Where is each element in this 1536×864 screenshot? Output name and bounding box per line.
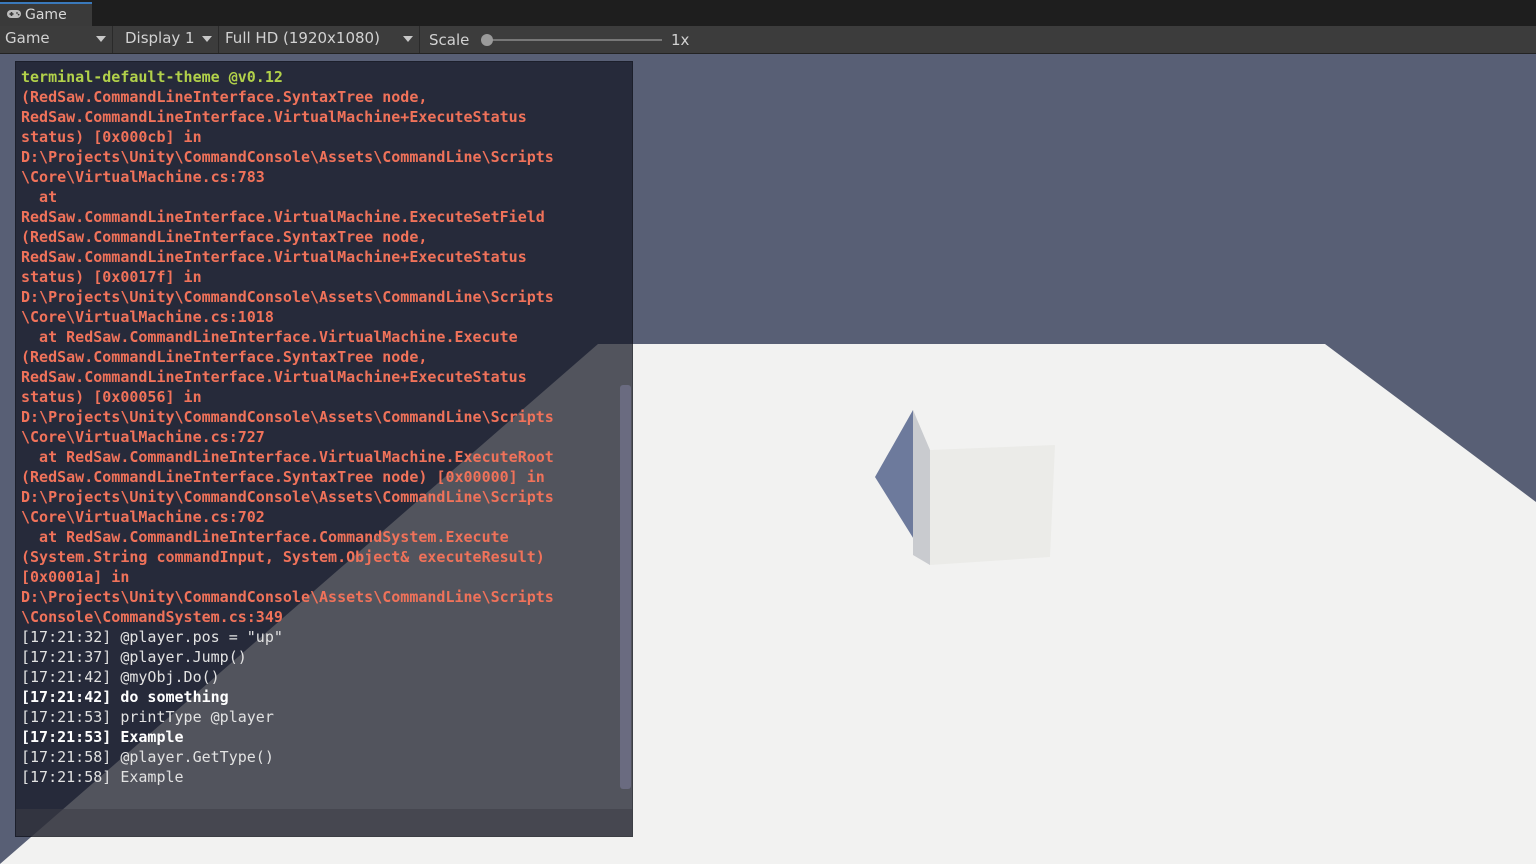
terminal-line: RedSaw.CommandLineInterface.VirtualMachi… (21, 368, 527, 386)
view-select[interactable]: Game (0, 26, 113, 53)
terminal-scrollbar[interactable] (620, 385, 631, 789)
chevron-down-icon (403, 36, 413, 42)
terminal-line: \Core\VirtualMachine.cs:783 (21, 168, 265, 186)
terminal-line: (RedSaw.CommandLineInterface.SyntaxTree … (21, 348, 428, 366)
terminal-line: \Core\VirtualMachine.cs:1018 (21, 308, 274, 326)
display-select-value: Display 1 (125, 29, 195, 47)
terminal-line: [17:21:32] @player.pos = "up" (21, 628, 283, 646)
resolution-select-value: Full HD (1920x1080) (225, 29, 380, 47)
terminal-line: [17:21:53] printType @player (21, 708, 274, 726)
terminal-line: [17:21:58] @player.GetType() (21, 748, 274, 766)
terminal-line: [17:21:42] do something (21, 688, 229, 706)
terminal-line: [0x0001a] in (21, 568, 130, 586)
terminal-console[interactable]: terminal-default-theme @v0.12 (RedSaw.Com… (15, 61, 633, 837)
display-select[interactable]: Display 1 (120, 26, 219, 53)
terminal-input[interactable] (16, 809, 632, 836)
terminal-line: D:\Projects\Unity\CommandConsole\Assets\… (21, 148, 554, 166)
terminal-line: [17:21:37] @player.Jump() (21, 648, 247, 666)
scale-label: Scale (429, 31, 470, 49)
cube-front-face (930, 445, 1055, 565)
terminal-line: D:\Projects\Unity\CommandConsole\Assets\… (21, 588, 554, 606)
editor-tab-bar: Game (0, 0, 1536, 27)
terminal-line: [17:21:58] Example (21, 768, 184, 786)
terminal-line: (RedSaw.CommandLineInterface.SyntaxTree … (21, 228, 428, 246)
terminal-line: status) [0x0017f] in (21, 268, 202, 286)
terminal-line: at RedSaw.CommandLineInterface.CommandSy… (21, 528, 509, 546)
chevron-down-icon (202, 36, 212, 42)
terminal-line: (System.String commandInput, System.Obje… (21, 548, 545, 566)
terminal-line: (RedSaw.CommandLineInterface.SyntaxTree … (21, 468, 545, 486)
scale-value: 1x (671, 31, 690, 49)
terminal-line: status) [0x000cb] in (21, 128, 202, 146)
terminal-line: \Core\VirtualMachine.cs:727 (21, 428, 265, 446)
terminal-line: RedSaw.CommandLineInterface.VirtualMachi… (21, 108, 527, 126)
game-view-toolbar: Game Display 1 Full HD (1920x1080) Scale… (0, 26, 1536, 54)
terminal-line: at RedSaw.CommandLineInterface.VirtualMa… (21, 328, 518, 346)
terminal-line: [17:21:42] @myObj.Do() (21, 668, 220, 686)
tab-game-label: Game (25, 7, 67, 23)
resolution-select[interactable]: Full HD (1920x1080) (220, 26, 420, 53)
scale-slider-track[interactable] (486, 39, 662, 41)
terminal-line: at RedSaw.CommandLineInterface.VirtualMa… (21, 448, 554, 466)
terminal-line: RedSaw.CommandLineInterface.VirtualMachi… (21, 248, 527, 266)
terminal-line: D:\Projects\Unity\CommandConsole\Assets\… (21, 488, 554, 506)
scale-slider-thumb[interactable] (481, 34, 493, 46)
terminal-line: \Core\VirtualMachine.cs:702 (21, 508, 265, 526)
terminal-line: status) [0x00056] in (21, 388, 202, 406)
terminal-line: \Console\CommandSystem.cs:349 (21, 608, 283, 626)
chevron-down-icon (96, 36, 106, 42)
terminal-line: [17:21:53] Example (21, 728, 184, 746)
terminal-line: RedSaw.CommandLineInterface.VirtualMachi… (21, 208, 545, 226)
terminal-line: D:\Projects\Unity\CommandConsole\Assets\… (21, 288, 554, 306)
tab-game[interactable]: Game (0, 2, 92, 26)
gamepad-icon (6, 4, 22, 18)
terminal-line: (RedSaw.CommandLineInterface.SyntaxTree … (21, 88, 428, 106)
terminal-log: terminal-default-theme @v0.12 (RedSaw.Com… (21, 67, 621, 787)
view-select-value: Game (5, 29, 50, 47)
terminal-line: D:\Projects\Unity\CommandConsole\Assets\… (21, 408, 554, 426)
terminal-line: terminal-default-theme @v0.12 (21, 68, 283, 86)
terminal-line: at (21, 188, 58, 206)
